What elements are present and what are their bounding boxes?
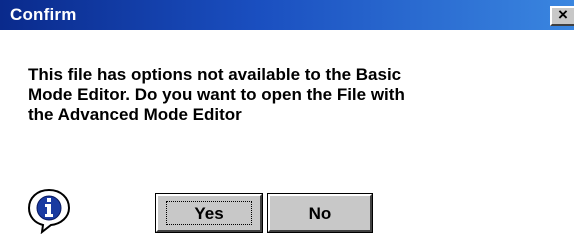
yes-button[interactable]: Yes [155, 193, 263, 233]
close-button[interactable]: × [550, 5, 574, 26]
message-line-3: the Advanced Mode Editor [28, 105, 242, 124]
confirm-dialog: Confirm × This file has options not avai… [0, 0, 574, 240]
close-icon: × [558, 5, 568, 24]
dialog-message: This file has options not available to t… [28, 65, 548, 125]
message-line-1: This file has options not available to t… [28, 65, 402, 84]
dialog-title: Confirm [10, 5, 77, 24]
no-button-label: No [308, 204, 332, 223]
yes-button-label: Yes [194, 204, 224, 223]
no-button[interactable]: No [267, 193, 373, 233]
title-bar[interactable]: Confirm × [0, 0, 574, 30]
message-line-2: Mode Editor. Do you want to open the Fil… [28, 85, 405, 104]
information-icon [27, 188, 71, 234]
